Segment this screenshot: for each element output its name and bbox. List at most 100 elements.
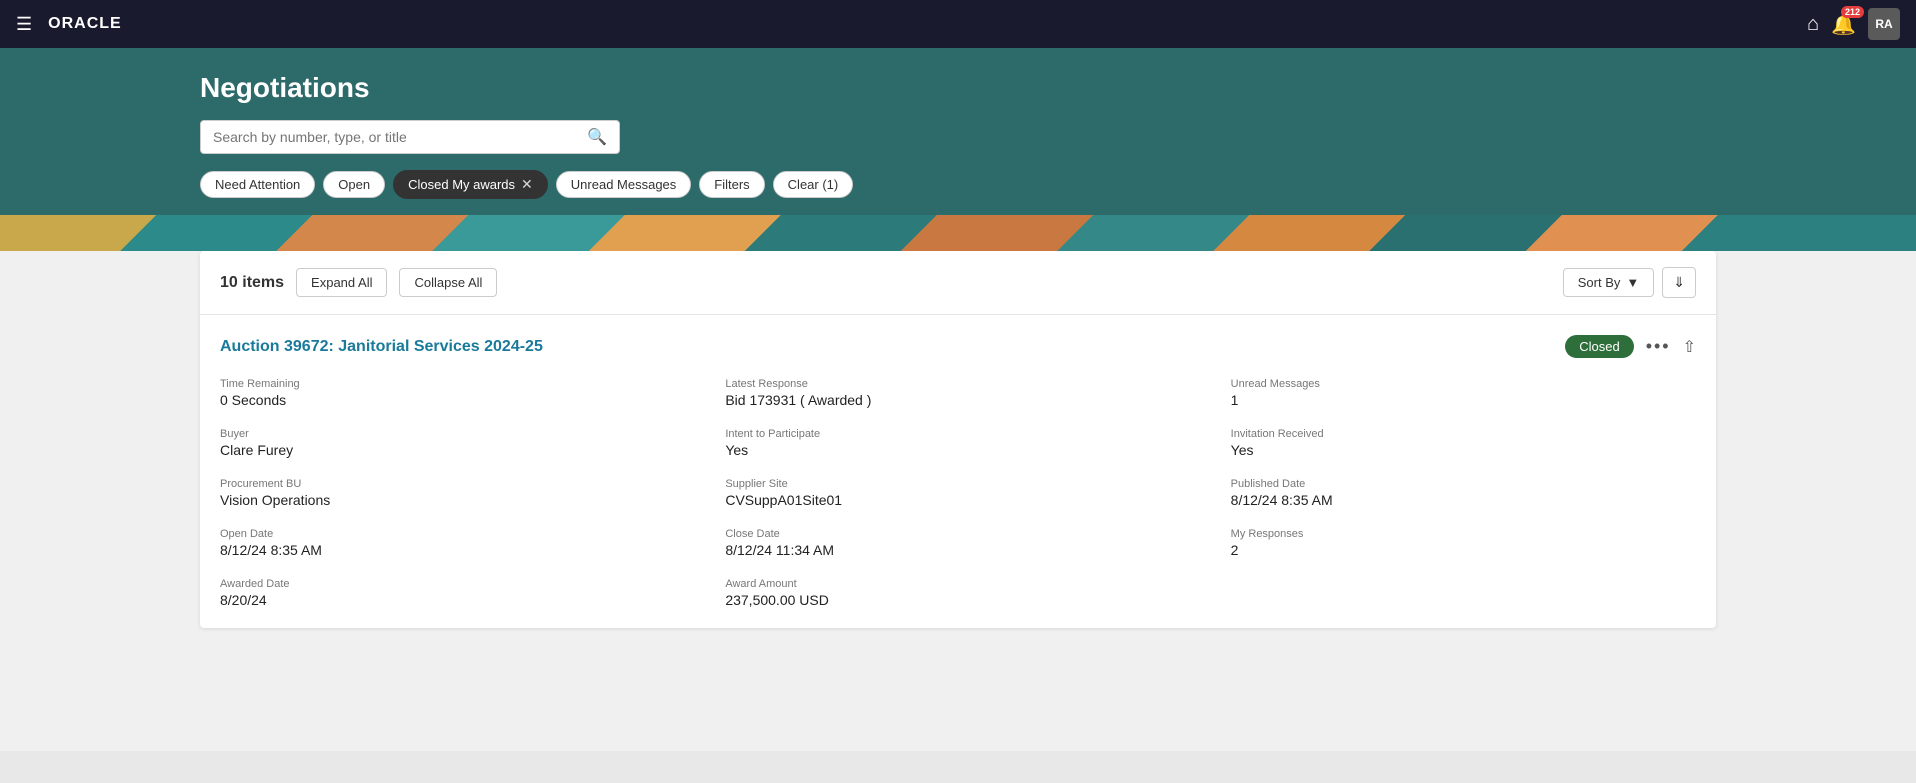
close-filter-icon[interactable]: ✕ <box>521 176 533 193</box>
download-button[interactable]: ⇓ <box>1662 267 1696 298</box>
procurement-bu-col1: Procurement BU Vision Operations <box>220 478 685 508</box>
intent-field-col2: Intent to Participate Yes <box>725 428 1190 458</box>
status-badge: Closed <box>1565 335 1633 358</box>
open-filter-button[interactable]: Open <box>323 171 385 198</box>
intent-to-participate-field: Intent to Participate Yes <box>725 428 1190 458</box>
award-amount-field: Award Amount 237,500.00 USD <box>725 578 1190 608</box>
invitation-received-label: Invitation Received <box>1231 428 1696 440</box>
nav-right: ⌂ 🔔 212 RA <box>1807 8 1900 40</box>
open-date-col1: Open Date 8/12/24 8:35 AM <box>220 528 685 558</box>
search-input[interactable] <box>213 129 587 145</box>
sort-by-label: Sort By <box>1578 275 1621 290</box>
header-banner: Negotiations 🔍 Need Attention Open Close… <box>0 48 1916 251</box>
need-attention-filter-button[interactable]: Need Attention <box>200 171 315 198</box>
more-menu-icon[interactable]: ••• <box>1646 336 1671 357</box>
awarded-date-col1: Awarded Date 8/20/24 <box>220 578 685 608</box>
clear-button[interactable]: Clear (1) <box>773 171 854 198</box>
procurement-bu-field: Procurement BU Vision Operations <box>220 478 685 508</box>
buyer-field-col1: Buyer Clare Furey <box>220 428 685 458</box>
awarded-date-label: Awarded Date <box>220 578 685 590</box>
open-date-label: Open Date <box>220 528 685 540</box>
items-count: 10 items <box>220 274 284 292</box>
open-date-value: 8/12/24 8:35 AM <box>220 542 685 558</box>
my-responses-col3: My Responses 2 <box>1231 528 1696 558</box>
my-responses-value: 2 <box>1231 542 1696 558</box>
download-icon: ⇓ <box>1673 274 1685 290</box>
latest-response-field: Latest Response Bid 173931 ( Awarded ) <box>725 378 1190 408</box>
notification-bell-icon[interactable]: 🔔 212 <box>1831 12 1856 37</box>
invitation-field-col3: Invitation Received Yes <box>1231 428 1696 458</box>
time-remaining-label: Time Remaining <box>220 378 685 390</box>
close-date-field: Close Date 8/12/24 11:34 AM <box>725 528 1190 558</box>
my-responses-field: My Responses 2 <box>1231 528 1696 558</box>
buyer-label: Buyer <box>220 428 685 440</box>
auction-actions: Closed ••• ⇧ <box>1565 335 1696 358</box>
time-remaining-value: 0 Seconds <box>220 392 685 408</box>
main-content: 10 items Expand All Collapse All Sort By… <box>0 251 1916 751</box>
content-header-left: 10 items Expand All Collapse All <box>220 268 497 297</box>
content-card: 10 items Expand All Collapse All Sort By… <box>200 251 1716 628</box>
unread-messages-value: 1 <box>1231 392 1696 408</box>
procurement-bu-label: Procurement BU <box>220 478 685 490</box>
buyer-value: Clare Furey <box>220 442 685 458</box>
close-date-label: Close Date <box>725 528 1190 540</box>
collapse-auction-icon[interactable]: ⇧ <box>1683 337 1696 357</box>
detail-fields-col1: Time Remaining 0 Seconds <box>220 378 685 408</box>
auction-item-header: Auction 39672: Janitorial Services 2024-… <box>220 335 1696 358</box>
unread-messages-field: Unread Messages 1 <box>1231 378 1696 408</box>
close-date-col2: Close Date 8/12/24 11:34 AM <box>725 528 1190 558</box>
supplier-site-value: CVSuppA01Site01 <box>725 492 1190 508</box>
unread-messages-label: Unread Messages <box>1231 378 1696 390</box>
buyer-field: Buyer Clare Furey <box>220 428 685 458</box>
award-amount-value: 237,500.00 USD <box>725 592 1190 608</box>
top-navigation: ☰ ORACLE ⌂ 🔔 212 RA <box>0 0 1916 48</box>
supplier-site-col2: Supplier Site CVSuppA01Site01 <box>725 478 1190 508</box>
home-icon[interactable]: ⌂ <box>1807 13 1819 36</box>
my-responses-label: My Responses <box>1231 528 1696 540</box>
intent-to-participate-value: Yes <box>725 442 1190 458</box>
collapse-all-button[interactable]: Collapse All <box>399 268 497 297</box>
sort-by-button[interactable]: Sort By ▼ <box>1563 268 1655 297</box>
notification-count-badge: 212 <box>1841 6 1864 18</box>
close-date-value: 8/12/24 11:34 AM <box>725 542 1190 558</box>
filters-button[interactable]: Filters <box>699 171 764 198</box>
supplier-site-field: Supplier Site CVSuppA01Site01 <box>725 478 1190 508</box>
awarded-date-value: 8/20/24 <box>220 592 685 608</box>
invitation-received-field: Invitation Received Yes <box>1231 428 1696 458</box>
awarded-date-field: Awarded Date 8/20/24 <box>220 578 685 608</box>
procurement-bu-value: Vision Operations <box>220 492 685 508</box>
page-title: Negotiations <box>200 72 1716 104</box>
published-date-label: Published Date <box>1231 478 1696 490</box>
search-bar: 🔍 <box>200 120 620 154</box>
sort-chevron-icon: ▼ <box>1626 275 1639 290</box>
content-header: 10 items Expand All Collapse All Sort By… <box>200 251 1716 315</box>
nav-left: ☰ ORACLE <box>16 14 122 35</box>
latest-response-label: Latest Response <box>725 378 1190 390</box>
closed-my-awards-filter-button[interactable]: Closed My awards ✕ <box>393 170 548 199</box>
oracle-logo: ORACLE <box>48 15 122 33</box>
expand-all-button[interactable]: Expand All <box>296 268 387 297</box>
filter-row: Need Attention Open Closed My awards ✕ U… <box>200 170 1716 215</box>
hamburger-icon[interactable]: ☰ <box>16 14 32 35</box>
published-date-field: Published Date 8/12/24 8:35 AM <box>1231 478 1696 508</box>
published-date-col3: Published Date 8/12/24 8:35 AM <box>1231 478 1696 508</box>
auction-title-link[interactable]: Auction 39672: Janitorial Services 2024-… <box>220 338 543 356</box>
auction-detail-grid: Time Remaining 0 Seconds Latest Response… <box>220 378 1696 608</box>
supplier-site-label: Supplier Site <box>725 478 1190 490</box>
search-icon[interactable]: 🔍 <box>587 127 607 147</box>
closed-my-awards-label: Closed My awards <box>408 177 515 192</box>
content-header-right: Sort By ▼ ⇓ <box>1563 267 1696 298</box>
avatar[interactable]: RA <box>1868 8 1900 40</box>
latest-response-value: Bid 173931 ( Awarded ) <box>725 392 1190 408</box>
open-date-field: Open Date 8/12/24 8:35 AM <box>220 528 685 558</box>
unread-messages-filter-button[interactable]: Unread Messages <box>556 171 692 198</box>
detail-fields-col3-row1: Unread Messages 1 <box>1231 378 1696 408</box>
award-amount-label: Award Amount <box>725 578 1190 590</box>
empty-col3 <box>1231 578 1696 608</box>
intent-to-participate-label: Intent to Participate <box>725 428 1190 440</box>
header-content: Negotiations 🔍 Need Attention Open Close… <box>0 72 1916 215</box>
invitation-received-value: Yes <box>1231 442 1696 458</box>
time-remaining-field: Time Remaining 0 Seconds <box>220 378 685 408</box>
auction-item: Auction 39672: Janitorial Services 2024-… <box>200 315 1716 628</box>
detail-fields-col2-row1: Latest Response Bid 173931 ( Awarded ) <box>725 378 1190 408</box>
